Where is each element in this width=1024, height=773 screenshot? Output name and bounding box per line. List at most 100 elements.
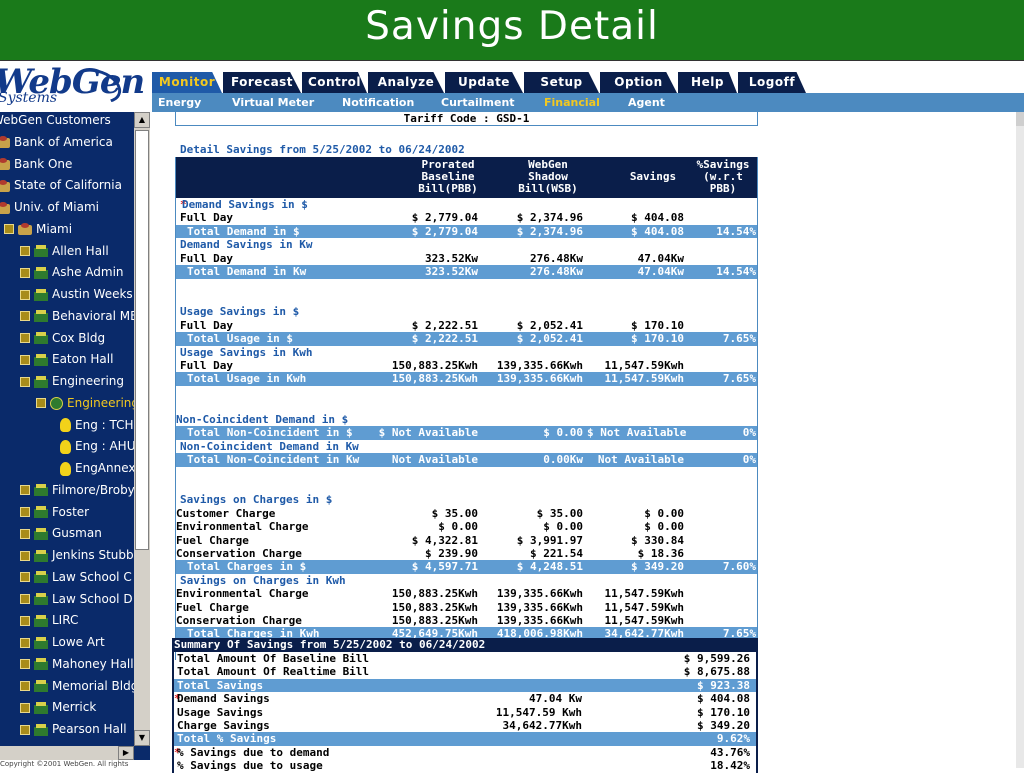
expand-toggle-icon[interactable] <box>20 246 30 256</box>
tree-item[interactable]: State of California <box>0 175 122 195</box>
tab-update[interactable]: Update <box>445 72 523 93</box>
scroll-thumb[interactable] <box>135 130 149 550</box>
expand-toggle-icon[interactable] <box>20 528 30 539</box>
tab-logoff[interactable]: Logoff <box>738 72 806 93</box>
tree-item[interactable]: Eaton Hall <box>20 349 113 369</box>
tab-option[interactable]: Option <box>600 72 677 93</box>
row-label: Total Usage in Kwh <box>187 372 307 386</box>
tree-item[interactable]: Law School D <box>20 589 133 609</box>
expand-toggle-icon[interactable] <box>20 485 30 496</box>
subnav-curtailment[interactable]: Curtailment <box>441 93 515 112</box>
expand-toggle-icon[interactable] <box>20 507 30 517</box>
subnav-notification[interactable]: Notification <box>342 93 414 112</box>
tree-item-label: Miami <box>36 221 73 236</box>
tree-item[interactable]: Cox Bldg <box>20 328 105 348</box>
tree-item[interactable]: LIRC <box>20 610 78 630</box>
building-icon <box>34 571 48 584</box>
tree-item[interactable]: Merrick <box>20 697 96 717</box>
tree-item[interactable]: EngAnnex <box>60 458 134 478</box>
expand-toggle-icon[interactable] <box>20 550 30 561</box>
subnav-energy[interactable]: Energy <box>158 93 201 112</box>
scroll-right-icon[interactable]: ▶ <box>118 746 134 760</box>
expand-toggle-icon[interactable] <box>20 333 30 343</box>
tree-item-label: Engineering <box>67 395 134 410</box>
tree-item[interactable]: Bank One <box>0 154 72 174</box>
expand-toggle-icon[interactable] <box>20 659 30 670</box>
tree-item[interactable]: Mahoney Hall <box>20 654 134 674</box>
tree-item[interactable]: Law School C <box>20 567 132 587</box>
tree-item[interactable]: Ashe Admin <box>20 262 124 282</box>
tab-analyze[interactable]: Analyze <box>368 72 444 93</box>
tree-item[interactable]: Jenkins Stubbs <box>20 545 134 565</box>
tree-item[interactable]: Foster <box>20 502 89 522</box>
summary-label: Total Amount Of Baseline Bill <box>177 652 370 665</box>
expand-toggle-icon[interactable] <box>20 681 30 691</box>
expand-toggle-icon[interactable] <box>20 354 30 365</box>
expand-toggle-icon[interactable] <box>20 289 30 300</box>
tree-item[interactable]: Eng : AHU <box>60 436 134 456</box>
expand-toggle-icon[interactable] <box>36 398 46 409</box>
tree-item[interactable]: Filmore/Broby <box>20 480 134 500</box>
subnav-financial[interactable]: Financial <box>544 93 600 112</box>
tab-help[interactable]: Help <box>678 72 737 93</box>
expand-toggle-icon[interactable] <box>20 572 30 583</box>
tree-item[interactable]: Eng : TCH <box>60 415 134 435</box>
expand-toggle-icon[interactable] <box>20 615 30 626</box>
tree-item[interactable]: WebGen Customers <box>0 112 111 130</box>
subnav-agent[interactable]: Agent <box>628 93 665 112</box>
cell-sav: $ 18.36 <box>637 547 684 560</box>
cell-pbb: 323.52Kw <box>425 265 478 278</box>
cell-pbb: $ 4,322.81 <box>411 533 478 547</box>
tree-item[interactable]: Engineering <box>20 371 124 391</box>
tree-item-label: Law School D <box>52 591 133 606</box>
page-scroll-thumb[interactable] <box>1016 112 1024 126</box>
expand-toggle-icon[interactable] <box>20 637 30 648</box>
tree-item-label: Mahoney Hall <box>52 656 134 671</box>
tree-item[interactable]: Austin Weeks <box>20 284 133 304</box>
cell-sav: 11,547.59Kwh <box>604 587 684 601</box>
expand-toggle-icon[interactable] <box>20 702 30 713</box>
expand-toggle-icon[interactable] <box>20 376 30 387</box>
subnav-virtual-meter[interactable]: Virtual Meter <box>232 93 314 112</box>
scroll-up-icon[interactable]: ▲ <box>134 112 150 128</box>
tree-horizontal-scrollbar[interactable]: ▶ <box>0 746 134 760</box>
tab-control[interactable]: Control <box>302 72 367 93</box>
detail-row: Total Non-Coincident in $ $ Not Available… <box>175 426 758 440</box>
tree-item[interactable]: Engineering <box>36 393 134 413</box>
cell-wsb: $ 4,248.51 <box>516 560 583 574</box>
scroll-down-icon[interactable]: ▼ <box>134 730 150 746</box>
expand-toggle-icon[interactable] <box>20 267 30 278</box>
cell-wsb: $ 3,991.97 <box>516 533 583 547</box>
cell-pbb: 150,883.25Kwh <box>391 359 478 372</box>
tab-forecast[interactable]: Forecast <box>223 72 301 93</box>
tree-item-label: Ashe Admin <box>52 265 124 280</box>
tree-item[interactable]: Miami <box>4 219 72 239</box>
expand-toggle-icon[interactable] <box>20 724 30 735</box>
tree-item-label: Gusman <box>52 526 102 541</box>
tree-item[interactable]: Lowe Art <box>20 632 105 652</box>
cell-pct: 0% <box>742 426 756 440</box>
tree-item[interactable]: Memorial Bldg <box>20 676 134 696</box>
tree-item[interactable]: Bank of America <box>0 132 113 152</box>
cell-wsb: $ 2,374.96 <box>516 211 583 225</box>
customer-tree: WebGen Customers Bank of America Bank One S… <box>0 112 134 750</box>
page-scrollbar[interactable] <box>1016 112 1024 768</box>
expand-toggle-icon[interactable] <box>20 311 30 322</box>
tree-item[interactable]: Gusman <box>20 523 102 543</box>
customer-icon <box>0 158 10 170</box>
expand-toggle-icon[interactable] <box>20 594 30 604</box>
tree-item[interactable]: Univ. of Miami <box>0 197 99 217</box>
expand-toggle-icon[interactable] <box>4 224 14 235</box>
tree-vertical-scrollbar[interactable]: ▲ ▼ <box>134 112 150 746</box>
building-icon <box>34 506 48 518</box>
tab-setup[interactable]: Setup <box>524 72 599 93</box>
tree-item[interactable]: Behavioral ME <box>20 306 134 326</box>
tab-monitor[interactable]: Monitor <box>152 72 222 93</box>
detail-row: Full Day $ 2,222.51 $ 2,052.41 $ 170.10 <box>175 319 758 333</box>
cell-wsb: $ 2,052.41 <box>516 332 583 346</box>
tree-item[interactable]: Allen Hall <box>20 241 109 261</box>
cell-pbb: $ 2,779.04 <box>411 224 478 238</box>
tree-item[interactable]: Pearson Hall <box>20 719 127 739</box>
header-pct: %Savings (w.r.t PBB) <box>696 158 750 195</box>
detail-row: Total Demand in Kw 323.52Kw 276.48Kw 47.04K… <box>175 265 758 279</box>
